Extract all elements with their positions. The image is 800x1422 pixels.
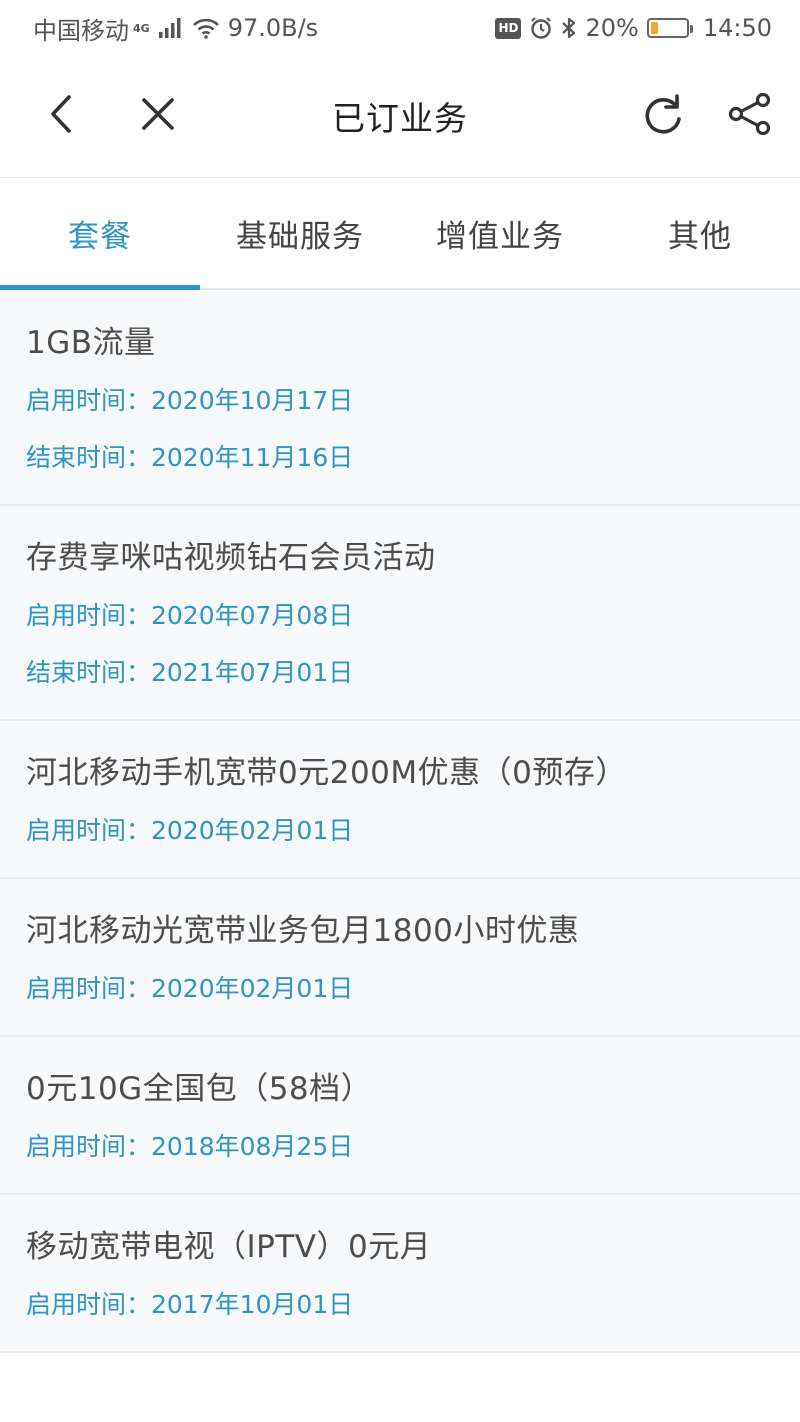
list-item[interactable]: 1GB流量 启用时间：2020年10月17日 结束时间：2020年11月16日 xyxy=(0,291,800,506)
list-item[interactable]: 河北移动光宽带业务包月1800小时优惠 启用时间：2020年02月01日 xyxy=(0,879,800,1037)
item-title: 1GB流量 xyxy=(26,325,156,361)
item-end-date: 结束时间：2020年11月16日 xyxy=(26,443,354,472)
battery-icon xyxy=(646,18,693,38)
battery-level xyxy=(650,22,659,34)
chevron-left-icon xyxy=(51,95,71,133)
item-start-date: 启用时间：2020年02月01日 xyxy=(26,816,354,845)
share-button[interactable] xyxy=(718,82,782,146)
subscription-list: 1GB流量 启用时间：2020年10月17日 结束时间：2020年11月16日 … xyxy=(0,291,800,1353)
network-type: 4G xyxy=(133,21,150,35)
nav-bar: 已订业务 xyxy=(0,56,800,178)
list-item[interactable]: 存费享咪咕视频钻石会员活动 启用时间：2020年07月08日 结束时间：2021… xyxy=(0,506,800,721)
page-title: 已订业务 xyxy=(332,99,468,138)
item-title: 河北移动手机宽带0元200M优惠（0预存） xyxy=(26,755,627,791)
item-end-date: 结束时间：2021年07月01日 xyxy=(26,658,354,687)
item-title: 0元10G全国包（58档） xyxy=(26,1071,373,1107)
alarm-icon xyxy=(531,17,552,39)
wifi-icon xyxy=(192,18,219,39)
battery-percent: 20% xyxy=(585,14,639,42)
signal-icon xyxy=(158,18,181,38)
item-start-date: 启用时间：2020年07月08日 xyxy=(26,601,354,630)
item-start-date: 启用时间：2020年10月17日 xyxy=(26,386,354,415)
status-left: 中国移动 4G 97.0B/s xyxy=(33,11,318,46)
refresh-button[interactable] xyxy=(632,82,696,146)
refresh-icon xyxy=(645,94,681,134)
item-title: 河北移动光宽带业务包月1800小时优惠 xyxy=(26,913,580,949)
item-start-date: 启用时间：2020年02月01日 xyxy=(26,974,354,1003)
bluetooth-icon xyxy=(562,17,576,39)
back-button[interactable] xyxy=(30,82,94,146)
item-start-date: 启用时间：2018年08月25日 xyxy=(26,1132,354,1161)
hd-badge: HD xyxy=(495,17,522,39)
share-icon xyxy=(728,92,771,136)
item-title: 移动宽带电视（IPTV）0元月 xyxy=(26,1229,432,1265)
list-item[interactable]: 河北移动手机宽带0元200M优惠（0预存） 启用时间：2020年02月01日 xyxy=(0,721,800,879)
close-button[interactable] xyxy=(126,82,190,146)
status-right: HD 20% 14:50 xyxy=(495,14,772,42)
item-start-date: 启用时间：2017年10月01日 xyxy=(26,1290,354,1319)
status-bar: 中国移动 4G 97.0B/s HD 20% 14:50 xyxy=(0,0,800,56)
list-item[interactable]: 移动宽带电视（IPTV）0元月 启用时间：2017年10月01日 xyxy=(0,1195,800,1353)
close-icon xyxy=(142,98,174,130)
category-tabs: 套餐 基础服务 增值业务 其他 xyxy=(0,179,800,290)
carrier-name: 中国移动 xyxy=(33,16,129,45)
list-item[interactable]: 0元10G全国包（58档） 启用时间：2018年08月25日 xyxy=(0,1037,800,1195)
tab-basic-services[interactable]: 基础服务 xyxy=(200,179,400,288)
network-speed: 97.0B/s xyxy=(227,14,319,42)
tab-package[interactable]: 套餐 xyxy=(0,179,200,290)
clock: 14:50 xyxy=(702,14,772,42)
tab-value-added[interactable]: 增值业务 xyxy=(400,179,600,288)
tab-other[interactable]: 其他 xyxy=(600,179,800,288)
item-title: 存费享咪咕视频钻石会员活动 xyxy=(26,540,436,576)
